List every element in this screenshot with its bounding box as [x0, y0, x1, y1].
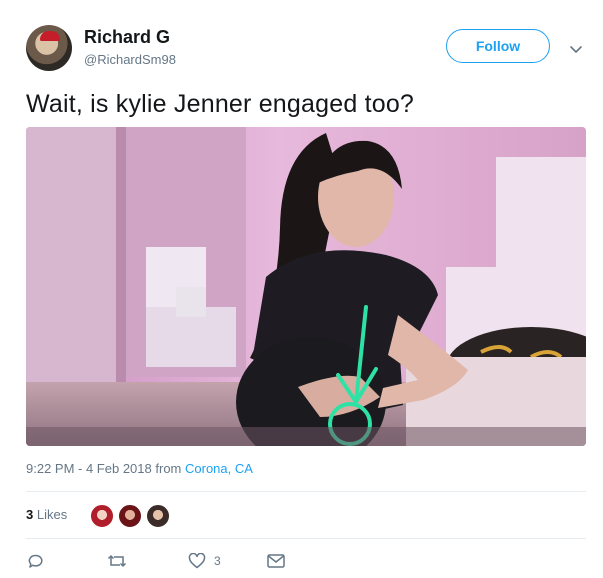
follow-button[interactable]: Follow [446, 29, 550, 63]
retweet-button[interactable] [107, 552, 127, 570]
message-button[interactable] [267, 552, 285, 570]
tweet-meta: 9:22 PM - 4 Feb 2018 from Corona, CA [26, 461, 253, 476]
reply-button[interactable] [28, 552, 44, 570]
tweet-text: Wait, is kylie Jenner engaged too? [26, 90, 415, 118]
from-label: from [155, 461, 182, 476]
likes-count: 3 [26, 507, 34, 522]
tweet-location[interactable]: Corona, CA [185, 461, 253, 476]
heart-icon [188, 553, 206, 569]
santa-hat-icon [40, 31, 60, 41]
chevron-down-icon[interactable] [568, 41, 584, 57]
author-name[interactable]: Richard G [84, 27, 170, 48]
tweet-time[interactable]: 9:22 PM - 4 Feb 2018 [26, 461, 152, 476]
divider [26, 491, 586, 492]
reply-icon [28, 554, 43, 568]
retweet-icon [107, 554, 127, 568]
photo-illustration [26, 127, 586, 446]
like-count: 3 [214, 554, 221, 568]
liker-avatar[interactable] [90, 504, 114, 528]
author-avatar[interactable] [26, 25, 72, 71]
author-handle[interactable]: @RichardSm98 [84, 52, 176, 67]
liker-avatar[interactable] [118, 504, 142, 528]
divider [26, 538, 586, 539]
like-button[interactable]: 3 [188, 552, 221, 570]
likes-stat[interactable]: 3 Likes [26, 507, 67, 522]
message-icon [267, 554, 285, 568]
likes-label: Likes [36, 507, 68, 522]
tweet-photo[interactable] [26, 127, 586, 446]
liker-avatar[interactable] [146, 504, 170, 528]
